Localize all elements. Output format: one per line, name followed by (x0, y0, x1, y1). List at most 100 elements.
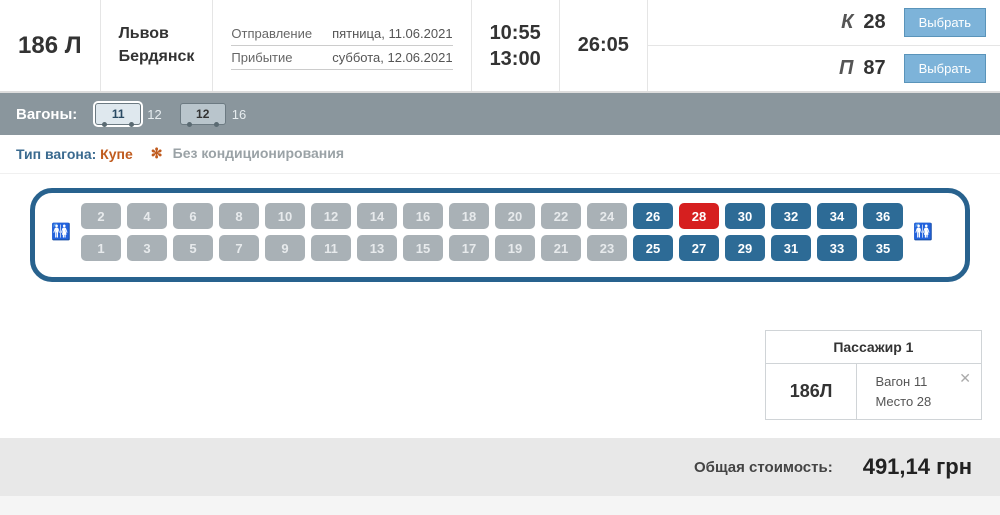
remove-passenger-button[interactable]: ✕ (949, 363, 981, 419)
wagon-bar: Вагоны: 11 12 12 16 (0, 93, 1000, 135)
seat-10: 10 (265, 203, 305, 229)
seat-bay: 21 (81, 203, 121, 261)
class-row-p: П 87 Выбрать (648, 46, 1000, 91)
seat-28[interactable]: 28 (679, 203, 719, 229)
seatmap: 🚻 21436587109121114131615181720192221242… (30, 188, 970, 282)
seat-bay: 2827 (679, 203, 719, 261)
wagon-icon: 12 (180, 103, 226, 125)
wagon-icon: 11 (95, 103, 141, 125)
seat-1: 1 (81, 235, 121, 261)
class-code: П (839, 57, 853, 80)
seat-18: 18 (449, 203, 489, 229)
seat-bay: 2221 (541, 203, 581, 261)
seat-bay: 65 (173, 203, 213, 261)
seat-bay: 3433 (817, 203, 857, 261)
toilet-right-icon: 🚻 (911, 222, 935, 242)
passenger-info: Вагон 11 Место 28 (857, 363, 949, 419)
seat-8: 8 (219, 203, 259, 229)
select-class-p-button[interactable]: Выбрать (904, 54, 986, 83)
passenger-card: Пассажир 1 186Л Вагон 11 Место 28 ✕ (765, 330, 982, 420)
car-type-bar: Тип вагона: Купе ✻ Без кондиционирования (0, 135, 1000, 174)
seat-bay: 43 (127, 203, 167, 261)
seat-24: 24 (587, 203, 627, 229)
seat-26[interactable]: 26 (633, 203, 673, 229)
passenger-train: 186Л (766, 363, 858, 419)
seat-21: 21 (541, 235, 581, 261)
passenger-title: Пассажир 1 (766, 331, 981, 363)
seat-bay: 1413 (357, 203, 397, 261)
seat-34[interactable]: 34 (817, 203, 857, 229)
arrival-time: 13:00 (490, 46, 541, 72)
passenger-seat: Место 28 (875, 392, 931, 412)
seatmap-wrap: 🚻 21436587109121114131615181720192221242… (0, 174, 1000, 312)
seat-29[interactable]: 29 (725, 235, 765, 261)
classes-cell: К 28 Выбрать П 87 Выбрать (648, 0, 1000, 91)
seat-bay: 109 (265, 203, 305, 261)
seat-7: 7 (219, 235, 259, 261)
no-ac-text: Без кондиционирования (173, 145, 344, 161)
seat-bay: 3029 (725, 203, 765, 261)
seat-2: 2 (81, 203, 121, 229)
departure-value: пятница, 11.06.2021 (332, 26, 452, 41)
seat-36[interactable]: 36 (863, 203, 903, 229)
seat-35[interactable]: 35 (863, 235, 903, 261)
duration: 26:05 (578, 34, 629, 57)
seat-20: 20 (495, 203, 535, 229)
seat-bay: 1615 (403, 203, 443, 261)
passenger-wagon: Вагон 11 (875, 372, 931, 392)
class-code: К (841, 11, 853, 34)
seat-11: 11 (311, 235, 351, 261)
seat-23: 23 (587, 235, 627, 261)
select-class-k-button[interactable]: Выбрать (904, 8, 986, 37)
seat-14: 14 (357, 203, 397, 229)
departure-label: Отправление (231, 26, 312, 41)
duration-cell: 26:05 (560, 0, 648, 91)
arrival-label: Прибытие (231, 50, 292, 65)
car-type-label: Тип вагона: (16, 146, 96, 162)
wagon-capacity: 16 (232, 107, 246, 122)
seat-bay: 3231 (771, 203, 811, 261)
train-header: 186 Л Львов Бердянск Отправление пятница… (0, 0, 1000, 93)
departure-row: Отправление пятница, 11.06.2021 (231, 22, 452, 46)
schedule-cell: Отправление пятница, 11.06.2021 Прибытие… (213, 0, 471, 91)
wagons-label: Вагоны: (16, 106, 77, 123)
seat-bay: 2625 (633, 203, 673, 261)
total-label: Общая стоимость: (694, 459, 833, 476)
seat-3: 3 (127, 235, 167, 261)
class-row-k: К 28 Выбрать (648, 0, 1000, 46)
class-count: 87 (863, 57, 885, 80)
seat-12: 12 (311, 203, 351, 229)
seat-32[interactable]: 32 (771, 203, 811, 229)
wagon-chip-11[interactable]: 11 12 (95, 103, 161, 125)
route-to: Бердянск (119, 46, 195, 68)
total-value: 491,14 грн (863, 454, 972, 480)
seat-30[interactable]: 30 (725, 203, 765, 229)
seat-19: 19 (495, 235, 535, 261)
times-cell: 10:55 13:00 (472, 0, 560, 91)
seat-bays: 2143658710912111413161518172019222124232… (81, 203, 903, 261)
seat-16: 16 (403, 203, 443, 229)
car-type-value: Купе (100, 146, 133, 162)
seat-33[interactable]: 33 (817, 235, 857, 261)
passenger-area: Пассажир 1 186Л Вагон 11 Место 28 ✕ (0, 312, 1000, 438)
arrival-value: суббота, 12.06.2021 (332, 50, 452, 65)
seat-25[interactable]: 25 (633, 235, 673, 261)
route-cell: Львов Бердянск (101, 0, 214, 91)
seat-bay: 2423 (587, 203, 627, 261)
seat-17: 17 (449, 235, 489, 261)
seat-bay: 2019 (495, 203, 535, 261)
seat-bay: 3635 (863, 203, 903, 261)
seat-27[interactable]: 27 (679, 235, 719, 261)
seat-6: 6 (173, 203, 213, 229)
seat-15: 15 (403, 235, 443, 261)
departure-time: 10:55 (490, 20, 541, 46)
seat-4: 4 (127, 203, 167, 229)
seat-bay: 1817 (449, 203, 489, 261)
class-count: 28 (863, 11, 885, 34)
wagon-chip-12[interactable]: 12 16 (180, 103, 246, 125)
seat-bay: 87 (219, 203, 259, 261)
seat-13: 13 (357, 235, 397, 261)
seat-31[interactable]: 31 (771, 235, 811, 261)
train-number-cell: 186 Л (0, 0, 101, 91)
route-from: Львов (119, 23, 195, 45)
